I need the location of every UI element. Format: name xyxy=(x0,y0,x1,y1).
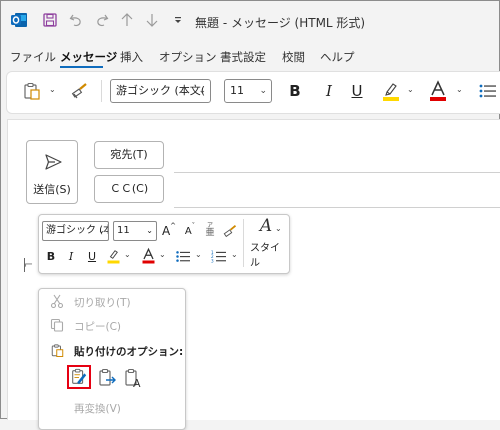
shrink-font-button[interactable]: Aˇ xyxy=(182,221,198,241)
shrink-font-letter: A xyxy=(184,225,192,237)
paste-merge-icon xyxy=(99,368,116,386)
styles-dropdown-icon[interactable]: ⌄ xyxy=(275,224,282,233)
grow-font-button[interactable]: A ^ xyxy=(161,221,177,241)
tab-options[interactable]: オプション xyxy=(159,49,217,65)
to-button[interactable]: 宛先(T) xyxy=(94,141,164,169)
styles-icon: A xyxy=(259,215,273,236)
ribbon-separator xyxy=(101,80,102,102)
phonetic-guide-button[interactable]: ア 亜 xyxy=(203,219,217,241)
tab-review[interactable]: 校閲 xyxy=(282,49,305,65)
font-color-dropdown-icon[interactable]: ⌄ xyxy=(456,85,463,94)
body-caret[interactable] xyxy=(24,258,25,272)
mini-numbering-dropdown-icon[interactable]: ⌄ xyxy=(231,250,238,259)
chevron-down-icon: ⌄ xyxy=(259,86,267,96)
send-icon xyxy=(44,153,62,175)
underline-button[interactable]: U xyxy=(348,81,366,101)
text-cursor-icon: ⌐ xyxy=(24,258,34,271)
mini-highlight-icon[interactable] xyxy=(105,246,121,266)
mini-bullets-icon[interactable] xyxy=(174,247,190,265)
font-size-value: 11 xyxy=(230,84,244,97)
paste-keep-source-icon xyxy=(72,368,87,385)
paste-text-only-letter: A xyxy=(133,377,141,388)
mini-bold-button[interactable]: B xyxy=(44,247,58,265)
up-arrow-icon[interactable] xyxy=(118,11,136,29)
font-color-icon[interactable] xyxy=(428,79,448,103)
tab-insert[interactable]: 挿入 xyxy=(120,49,143,65)
title-bar: 無題 - メッセージ (HTML 形式) xyxy=(1,1,499,41)
paste-dropdown-icon[interactable]: ⌄ xyxy=(49,85,56,94)
tab-help[interactable]: ヘルプ xyxy=(320,49,355,65)
font-size-dropdown[interactable]: 11 ⌄ xyxy=(224,79,272,103)
mini-font-name-dropdown[interactable]: 游ゴシック (本 ⌄ xyxy=(42,221,109,241)
cc-button[interactable]: ＣＣ(C) xyxy=(94,175,164,203)
format-painter-icon[interactable] xyxy=(70,81,90,101)
mini-font-size-dropdown[interactable]: 11 ⌄ xyxy=(113,221,157,241)
italic-button[interactable]: I xyxy=(320,81,338,101)
grow-font-letter: A xyxy=(161,224,171,238)
copy-icon xyxy=(49,317,65,333)
paste-options-heading: 貼り付けのオプション: xyxy=(74,346,184,358)
phonetic-base: 亜 xyxy=(205,227,215,238)
customize-icon[interactable] xyxy=(169,11,187,29)
chevron-down-icon: ⌄ xyxy=(146,226,153,235)
reconvert-menu-item[interactable]: 再変換(V) xyxy=(74,401,121,416)
menu-tabs: ファイル メッセージ 挿入 オプション 書式設定 校閲 ヘルプ xyxy=(0,42,500,68)
bullets-icon[interactable] xyxy=(478,81,496,101)
caret-up-icon: ^ xyxy=(170,222,177,230)
bold-button[interactable]: B xyxy=(286,81,304,101)
styles-label: スタイル xyxy=(250,242,280,269)
tab-format[interactable]: 書式設定 xyxy=(220,49,266,65)
mini-bullets-dropdown-icon[interactable]: ⌄ xyxy=(195,250,202,259)
highlight-dropdown-icon[interactable]: ⌄ xyxy=(407,85,414,94)
caret-down-icon: ˇ xyxy=(191,222,196,230)
window-title: 無題 - メッセージ (HTML 形式) xyxy=(195,16,366,30)
svg-text:3: 3 xyxy=(211,258,214,263)
mini-format-painter-icon[interactable] xyxy=(222,221,238,241)
tab-message[interactable]: メッセージ xyxy=(60,49,117,65)
paste-text-only-icon: A xyxy=(125,368,141,388)
redo-icon[interactable] xyxy=(93,11,111,29)
font-name-dropdown[interactable]: 游ゴシック (本文( ⌄ xyxy=(110,79,211,103)
paste-keep-source-formatting-button[interactable] xyxy=(67,365,91,389)
mini-font-size-value: 11 xyxy=(117,225,130,236)
paste-options-icon xyxy=(49,342,65,358)
send-label: 送信(S) xyxy=(33,183,71,196)
down-arrow-icon[interactable] xyxy=(143,11,161,29)
mini-italic-button[interactable]: I xyxy=(64,247,78,265)
mini-numbering-icon[interactable]: 1 2 3 xyxy=(210,247,226,265)
paste-icon[interactable] xyxy=(22,81,42,101)
cc-field-underline xyxy=(174,207,500,208)
paste-merge-formatting-button[interactable] xyxy=(96,366,120,390)
mini-underline-button[interactable]: U xyxy=(85,247,99,265)
highlight-icon[interactable] xyxy=(380,79,402,103)
cut-icon xyxy=(49,293,65,309)
save-icon[interactable] xyxy=(41,11,59,29)
outlook-icon xyxy=(10,11,28,29)
font-name-value: 游ゴシック (本文( xyxy=(116,84,206,97)
undo-icon[interactable] xyxy=(67,11,85,29)
mini-highlight-dropdown-icon[interactable]: ⌄ xyxy=(124,250,131,259)
copy-menu-item[interactable]: コピー(C) xyxy=(74,319,121,334)
active-tab-indicator xyxy=(60,66,103,68)
mini-font-color-dropdown-icon[interactable]: ⌄ xyxy=(159,250,166,259)
chevron-down-icon: ⌄ xyxy=(198,86,206,96)
to-field-underline xyxy=(174,172,500,173)
send-button[interactable]: 送信(S) xyxy=(26,140,78,204)
chevron-down-icon: ⌄ xyxy=(98,226,105,235)
mini-font-color-icon[interactable] xyxy=(140,246,156,266)
mini-separator xyxy=(243,219,244,267)
tab-file[interactable]: ファイル xyxy=(10,49,56,65)
cut-menu-item[interactable]: 切り取り(T) xyxy=(74,295,131,310)
paste-text-only-button[interactable]: A xyxy=(122,366,146,390)
